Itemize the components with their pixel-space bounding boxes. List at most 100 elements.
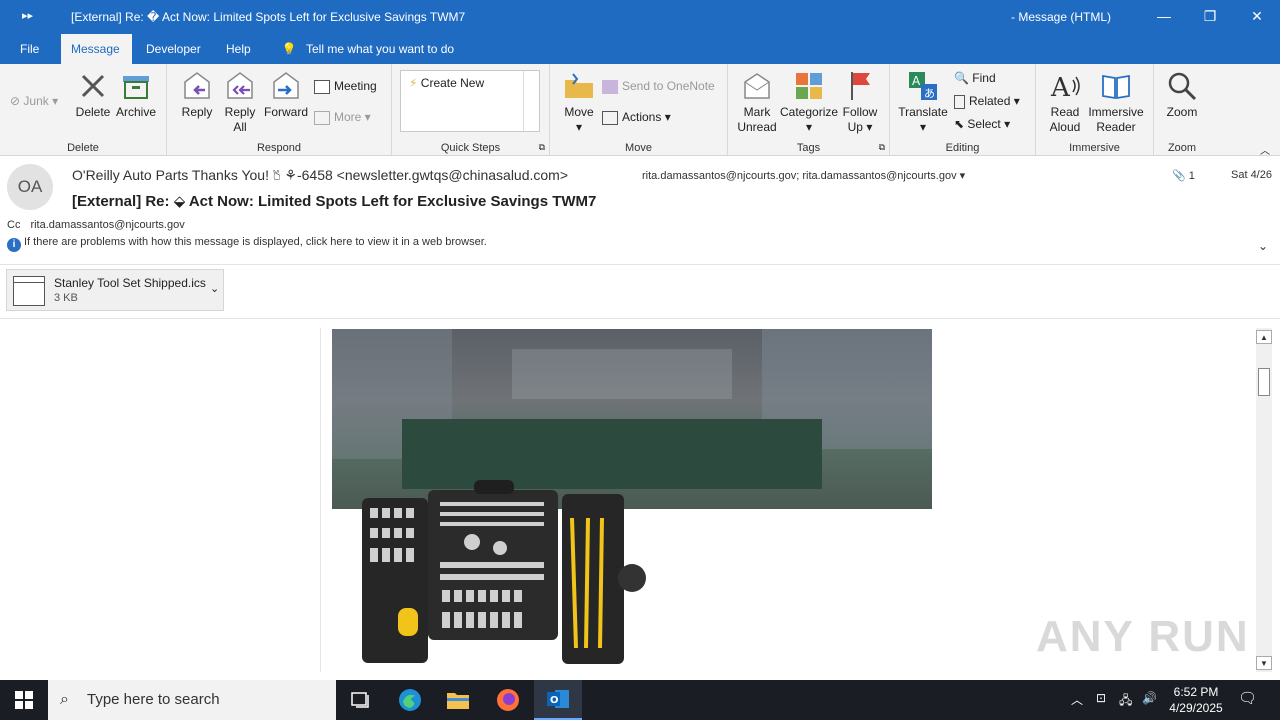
windows-icon [15,691,33,709]
respond-group: Reply Reply All Forward Meeting More ▾ Re… [167,64,392,156]
meet-now-icon[interactable]: ⊡ [1096,691,1106,705]
quick-access-chevron-icon[interactable]: ▸▸ [22,9,33,22]
attachment-menu-chevron-icon[interactable]: ⌄ [210,282,219,295]
zoom-group-label: Zoom [1167,142,1197,154]
svg-text:O: O [550,695,559,706]
attachment-tile[interactable]: Stanley Tool Set Shipped.ics 3 KB ⌄ [6,269,224,311]
tab-help[interactable]: Help [216,34,261,64]
actions-icon [602,110,618,125]
move-group-label: Move [625,142,652,154]
scroll-down-icon[interactable]: ▼ [1256,656,1272,670]
clock-time: 6:52 PM [1173,685,1219,699]
network-icon[interactable]: 🖧 [1119,691,1132,712]
scroll-up-icon[interactable]: ▲ [1256,330,1272,344]
tab-developer[interactable]: Developer [136,34,211,64]
start-button[interactable] [0,680,48,720]
forward-icon [273,72,299,99]
tags-group-label: Tags [796,142,821,154]
delete-icon [81,74,105,98]
follow-up-button[interactable]: Follow Up ▾ [840,70,880,135]
read-aloud-button[interactable]: A Read Aloud [1044,70,1086,135]
actions-button[interactable]: Actions ▾ [602,110,671,125]
archive-button[interactable]: Archive [114,70,158,120]
cc-line: Cc rita.damassantos@njcourts.gov [7,219,185,231]
clock-date: 4/29/2025 [1169,701,1223,715]
immersive-reader-icon [1102,74,1130,100]
translate-button[interactable]: Aあ Translate ▾ [898,70,948,135]
folder-move-icon [565,73,593,98]
edge-icon[interactable] [386,680,434,720]
watermark: ANY RUN [1036,612,1250,661]
immersive-reader-button[interactable]: Immersive Reader [1086,70,1146,135]
file-explorer-icon[interactable] [434,680,482,720]
move-button[interactable]: Move ▾ [562,70,596,135]
recipients[interactable]: rita.damassantos@njcourts.gov; rita.dama… [642,169,965,182]
tags-launcher-icon[interactable]: ⧉ [879,142,885,153]
cc-address[interactable]: rita.damassantos@njcourts.gov [30,219,184,231]
immersive-group: A Read Aloud Immersive Reader Immersive [1036,64,1154,156]
expand-header-icon[interactable]: ⌄ [1258,239,1268,253]
tell-me-label: Tell me what you want to do [306,42,455,56]
reply-all-icon [227,72,253,99]
archive-icon [123,76,149,99]
zoom-button[interactable]: Zoom [1164,70,1200,120]
mark-unread-button[interactable]: Mark Unread [736,70,778,135]
tell-me-box[interactable]: 💡 Tell me what you want to do [280,34,455,64]
body-scrollbar[interactable]: ▲ ▼ [1256,328,1272,672]
magnifier-icon [1168,72,1197,101]
zoom-group: Zoom Zoom [1154,64,1210,156]
find-button[interactable]: 🔍 Find [954,71,996,85]
respond-group-label: Respond [256,142,302,154]
restore-button[interactable]: ❐ [1187,0,1233,32]
firefox-icon[interactable] [484,680,532,720]
select-button[interactable]: ⬉ Select ▾ [954,117,1010,131]
task-view-icon[interactable] [336,680,384,720]
tab-file[interactable]: File [10,34,49,64]
notification-icon[interactable]: 🗨 [1238,689,1257,707]
meeting-icon [314,79,330,94]
quick-steps-launcher-icon[interactable]: ⧉ [539,142,545,153]
outlook-icon[interactable]: O [534,680,582,720]
categorize-icon [796,73,822,99]
body-left-border [320,328,321,672]
attachment-size: 3 KB [54,292,78,304]
quick-steps-gallery[interactable]: ⚡ Create New [400,70,540,132]
send-to-onenote-button[interactable]: Send to OneNote [602,79,715,94]
taskbar: ⌕ Type here to search O ︿ ⊡ 🖧 🔊 6:52 PM … [0,680,1280,720]
banner-shelf [512,349,732,399]
forward-button[interactable]: Forward [263,70,309,120]
close-button[interactable]: ✕ [1234,0,1280,32]
junk-icon: ⊘ [10,94,21,108]
delete-button[interactable]: Delete [74,70,112,120]
sender[interactable]: O'Reilly Auto Parts Thanks You! 🖔 ⚘-6458… [72,167,568,184]
more-respond-button[interactable]: More ▾ [314,110,371,125]
categorize-button[interactable]: Categorize ▾ [780,70,838,135]
meeting-button[interactable]: Meeting [314,79,377,94]
minimize-button[interactable]: — [1141,0,1187,32]
editing-group: Aあ Translate ▾ 🔍 Find Related ▾ ⬉ Select … [890,64,1036,156]
window-title: [External] Re: � Act Now: Limited Spots … [71,10,466,24]
tab-message[interactable]: Message [61,34,132,64]
clock[interactable]: 6:52 PM 4/29/2025 [1166,684,1226,716]
subject: [External] Re: ⬙ Act Now: Limited Spots … [72,193,597,210]
info-bar[interactable]: i If there are problems with how this mes… [7,236,487,252]
attachment-name: Stanley Tool Set Shipped.ics [54,276,206,290]
recipients-dropdown-icon[interactable]: ▾ [960,170,966,182]
translate-icon: Aあ [909,72,937,100]
volume-icon[interactable]: 🔊 [1142,691,1157,705]
scroll-thumb[interactable] [1258,368,1270,396]
quick-steps-scrollbar[interactable] [523,71,539,131]
tray-overflow-icon[interactable]: ︿ [1071,691,1083,708]
reply-all-button[interactable]: Reply All [221,70,259,135]
cursor-icon: ⬉ [954,117,965,131]
create-new-quickstep[interactable]: ⚡ Create New [409,76,484,90]
info-icon: i [7,238,21,252]
collapse-ribbon-icon[interactable]: ︿ [1260,142,1270,157]
svg-text:あ: あ [924,87,935,100]
reply-button[interactable]: Reply [179,70,215,120]
title-bar: ▸▸ [External] Re: � Act Now: Limited Spo… [0,0,1280,34]
calendar-file-icon [13,276,45,306]
junk-button[interactable]: ⊘ Junk ▾ [10,94,58,108]
related-button[interactable]: Related ▾ [954,94,1020,109]
taskbar-search[interactable]: ⌕ Type here to search [48,680,336,720]
